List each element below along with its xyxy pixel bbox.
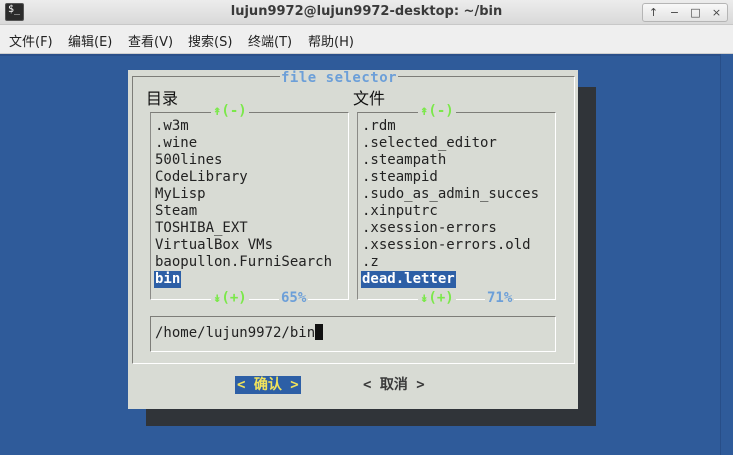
dir-scroll-down-icon[interactable]: ↡(+) bbox=[211, 290, 249, 306]
files-list-item[interactable]: .xsession-errors.old bbox=[361, 237, 532, 254]
files-list-item[interactable]: .steampath bbox=[361, 152, 447, 169]
dirs-list-item[interactable]: bin bbox=[154, 271, 182, 288]
files-list-item[interactable]: .z bbox=[361, 254, 380, 271]
file-scroll-up-icon[interactable]: ↟(-) bbox=[418, 103, 456, 119]
menu-bar: 文件(F) 编辑(E) 查看(V) 搜索(S) 终端(T) 帮助(H) bbox=[0, 25, 733, 54]
dirs-label: 目录 bbox=[146, 89, 179, 108]
files-list-item[interactable]: .selected_editor bbox=[361, 135, 498, 152]
dialog-title: file selector bbox=[280, 70, 399, 86]
maximize-icon[interactable]: □ bbox=[685, 4, 706, 21]
window-controls: ↑ − □ × bbox=[642, 3, 728, 22]
menu-terminal[interactable]: 终端(T) bbox=[248, 31, 292, 50]
dirs-list-item[interactable]: CodeLibrary bbox=[154, 169, 249, 186]
files-label: 文件 bbox=[353, 89, 386, 108]
file-scroll-down-icon[interactable]: ↡(+) bbox=[418, 290, 456, 306]
terminal-scrollbar[interactable] bbox=[720, 54, 733, 455]
file-list[interactable]: .rdm .selected_editor .steampath .steampid.… bbox=[357, 112, 556, 300]
text-cursor bbox=[315, 324, 324, 340]
close-icon[interactable]: × bbox=[706, 4, 727, 21]
file-selector-dialog: file selector 目录 文件 .w3m .wine 500lines Cod… bbox=[128, 70, 578, 409]
title-bar: $_ lujun9972@lujun9972-desktop: ~/bin ↑ … bbox=[0, 0, 733, 25]
path-input[interactable]: /home/lujun9972/bin bbox=[150, 316, 556, 352]
confirm-button[interactable]: < 确认 > bbox=[235, 376, 301, 394]
menu-search[interactable]: 搜索(S) bbox=[188, 31, 232, 50]
files-list-item[interactable]: .xsession-errors bbox=[361, 220, 498, 237]
cancel-button[interactable]: < 取消 > bbox=[361, 376, 427, 394]
dirs-list-item[interactable]: MyLisp bbox=[154, 186, 207, 203]
dirs-list-item[interactable]: 500lines bbox=[154, 152, 223, 169]
files-list-item[interactable]: .rdm bbox=[361, 118, 397, 135]
files-list-item[interactable]: dead.letter bbox=[361, 271, 456, 288]
menu-edit[interactable]: 编辑(E) bbox=[68, 31, 112, 50]
window-title: lujun9972@lujun9972-desktop: ~/bin bbox=[230, 4, 503, 19]
menu-view[interactable]: 查看(V) bbox=[128, 31, 173, 50]
path-value: /home/lujun9972/bin bbox=[155, 325, 316, 341]
keep-above-icon[interactable]: ↑ bbox=[643, 4, 664, 21]
dirs-list-item[interactable]: .w3m bbox=[154, 118, 190, 135]
files-list-item[interactable]: .xinputrc bbox=[361, 203, 439, 220]
minimize-icon[interactable]: − bbox=[664, 4, 685, 21]
dir-list[interactable]: .w3m .wine 500lines CodeLibrary MyLisp Steam T… bbox=[150, 112, 349, 300]
file-scroll-percent: 71% bbox=[485, 290, 515, 306]
dirs-list-item[interactable]: .wine bbox=[154, 135, 198, 152]
dirs-list-item[interactable]: TOSHIBA_EXT bbox=[154, 220, 249, 237]
dir-scroll-up-icon[interactable]: ↟(-) bbox=[211, 103, 249, 119]
dirs-list-item[interactable]: VirtualBox VMs bbox=[154, 237, 274, 254]
menu-file[interactable]: 文件(F) bbox=[9, 31, 53, 50]
dirs-list-item[interactable]: Steam bbox=[154, 203, 198, 220]
files-list-item[interactable]: .steampid bbox=[361, 169, 439, 186]
files-list-item[interactable]: .sudo_as_admin_succes bbox=[361, 186, 540, 203]
menu-help[interactable]: 帮助(H) bbox=[308, 31, 354, 50]
dirs-list-item[interactable]: baopullon.FurniSearch bbox=[154, 254, 333, 271]
dir-scroll-percent: 65% bbox=[279, 290, 309, 306]
